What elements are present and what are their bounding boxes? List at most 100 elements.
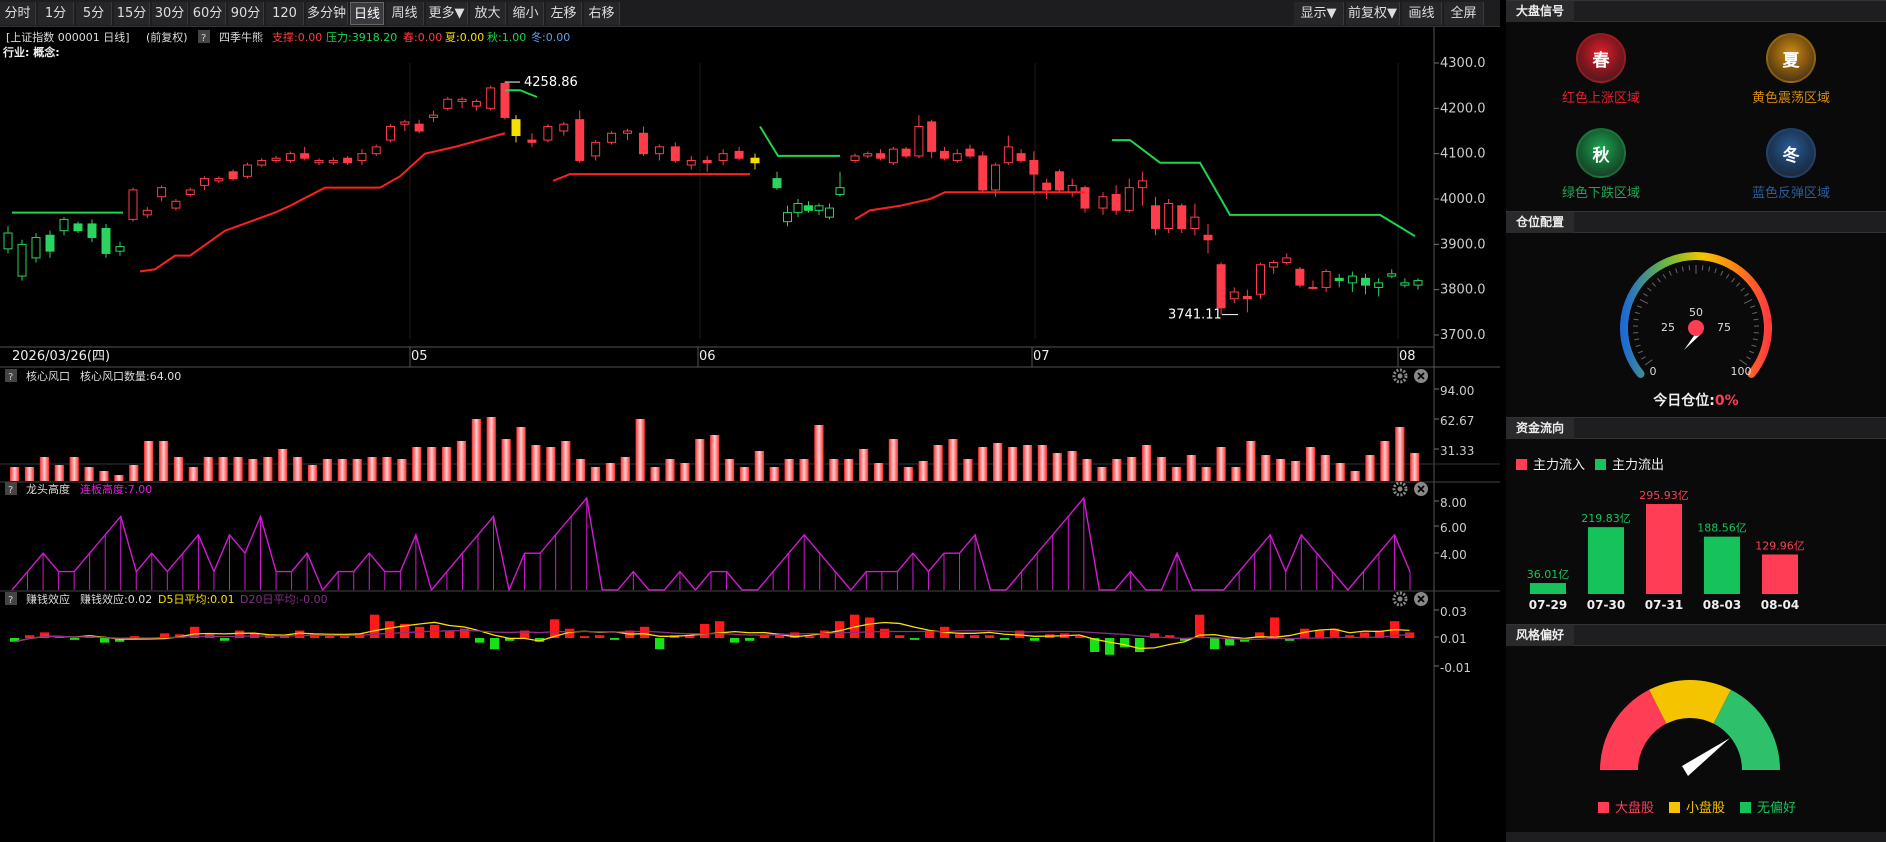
wind-bar (769, 467, 779, 481)
candle-body (814, 205, 824, 211)
period-button[interactable]: 周线 (386, 2, 424, 25)
wind-bar (1052, 453, 1062, 481)
candle-body (638, 132, 648, 155)
money-effect-bar (910, 638, 920, 640)
wind-bar (158, 441, 169, 481)
panel-axis-label: 8.00 (1440, 496, 1467, 510)
position-value: 0% (1714, 393, 1739, 409)
help-mark: ? (8, 595, 13, 606)
candle-body (87, 223, 97, 239)
gauge-tick (1749, 350, 1755, 354)
wind-bar (576, 459, 586, 481)
wind-bar (441, 447, 452, 481)
candle-body (1098, 196, 1108, 209)
panel-axis-label: 31.33 (1440, 444, 1474, 458)
candle-body (1374, 282, 1384, 288)
candle-body (1190, 216, 1200, 229)
candle-body (1151, 205, 1160, 229)
period-toolbar: 分时1分5分15分30分60分90分120分多分钟日线周线更多▼放大缩小左移右移… (0, 0, 1500, 44)
candle-body (115, 246, 125, 252)
wind-bar (1410, 453, 1420, 481)
wind-bar (635, 419, 645, 481)
wind-bar (1290, 461, 1301, 481)
price-axis-label: 4100.0 (1440, 147, 1486, 162)
panel-value: 核心风口数量:64.00 (80, 369, 181, 383)
gauge-tick (1636, 305, 1642, 308)
wind-bar (1082, 459, 1092, 481)
wind-bar (278, 449, 288, 481)
period-button[interactable]: 60分 (190, 2, 226, 25)
candle-body (3, 232, 13, 250)
flow-bar (1530, 583, 1566, 594)
period-button[interactable]: 更多▼ (426, 2, 468, 25)
style-legend-none: 无偏好 (1740, 797, 1796, 816)
candle-body (863, 153, 873, 157)
bottom-tabs[interactable] (1506, 832, 1886, 842)
money-effect-bar (220, 638, 230, 641)
panel-axis-label: 0.03 (1440, 605, 1467, 619)
period-button[interactable]: 缩小 (508, 2, 544, 25)
money-effect-bar (1270, 617, 1280, 638)
gauge-tick (1662, 274, 1667, 279)
price-axis-label: 3800.0 (1440, 283, 1486, 298)
flow-legend-out: 主力流出 (1595, 454, 1664, 473)
candle-body (991, 164, 1001, 191)
toolbar-right-button[interactable]: 全屏 (1444, 2, 1484, 25)
candle-body (31, 237, 41, 259)
flow-bar (1646, 504, 1682, 594)
period-button[interactable]: 分时 (0, 2, 36, 25)
sector-label: 行业: 概念: (2, 45, 60, 59)
chart-area[interactable]: [上证指数 000001 日线] (前复权)? 四季牛熊 支撑:0.00 压力:3918… (0, 27, 1500, 842)
candle-body (793, 203, 803, 214)
summer-value: 夏:0.00 (445, 31, 484, 44)
gauge-tick (1637, 350, 1643, 354)
close-icon[interactable] (1414, 369, 1428, 383)
signal-icon: 春 (1576, 33, 1626, 83)
candle-body (1308, 286, 1318, 289)
candle-body (343, 157, 353, 164)
candle-body (952, 153, 962, 161)
candle-body (1067, 184, 1077, 193)
period-button[interactable]: 30分 (152, 2, 188, 25)
wind-bar (1380, 441, 1390, 481)
wind-bar (531, 445, 541, 481)
period-button[interactable]: 放大 (470, 2, 506, 25)
wind-bar (1112, 459, 1122, 481)
help-mark: ? (201, 33, 206, 44)
period-button[interactable]: 右移 (584, 2, 620, 25)
close-icon[interactable] (1414, 592, 1428, 606)
period-button[interactable]: 15分 (114, 2, 150, 25)
period-button[interactable]: 多分钟 (306, 2, 348, 25)
panel-header: ? 赚钱效应 赚钱效应:0.02 D5日平均:0.01 D20日平均:-0.00 (5, 592, 328, 606)
candle-body (835, 187, 845, 195)
period-button[interactable]: 日线 (350, 2, 384, 25)
wind-bar (99, 471, 109, 481)
wind-bar (337, 459, 347, 481)
candle-body (157, 187, 167, 198)
money-effect-bar (865, 617, 875, 638)
signal-label: 蓝色反弹区域 (1751, 186, 1830, 201)
style-title: 风格偏好 (1506, 625, 1575, 646)
gauge-label: 75 (1717, 321, 1731, 334)
wind-bar (233, 457, 243, 481)
close-icon[interactable] (1414, 482, 1428, 496)
toolbar-right-button[interactable]: 显示▼ (1294, 2, 1344, 25)
candle-body (471, 101, 481, 107)
signal-item: 春红色上涨区域 (1506, 33, 1696, 106)
period-button[interactable]: 90分 (228, 2, 264, 25)
signal-icon: 冬 (1766, 128, 1816, 178)
candle-body (1042, 182, 1052, 191)
panel-header: ? 核心风口 核心风口数量:64.00 (5, 369, 181, 383)
period-button[interactable]: 左移 (546, 2, 582, 25)
candle-body (623, 130, 633, 134)
toolbar-right-button[interactable]: 前复权▼ (1346, 2, 1400, 25)
panel-d5: D5日平均:0.01 (158, 593, 235, 606)
wind-bar (1246, 441, 1256, 481)
period-button[interactable]: 120分 (266, 2, 304, 44)
wind-bar (724, 459, 735, 481)
position-title: 仓位配置 (1506, 212, 1575, 233)
period-button[interactable]: 5分 (76, 2, 112, 25)
period-button[interactable]: 1分 (38, 2, 74, 25)
toolbar-right-button[interactable]: 画线 (1402, 2, 1442, 25)
wind-bar (54, 465, 64, 481)
